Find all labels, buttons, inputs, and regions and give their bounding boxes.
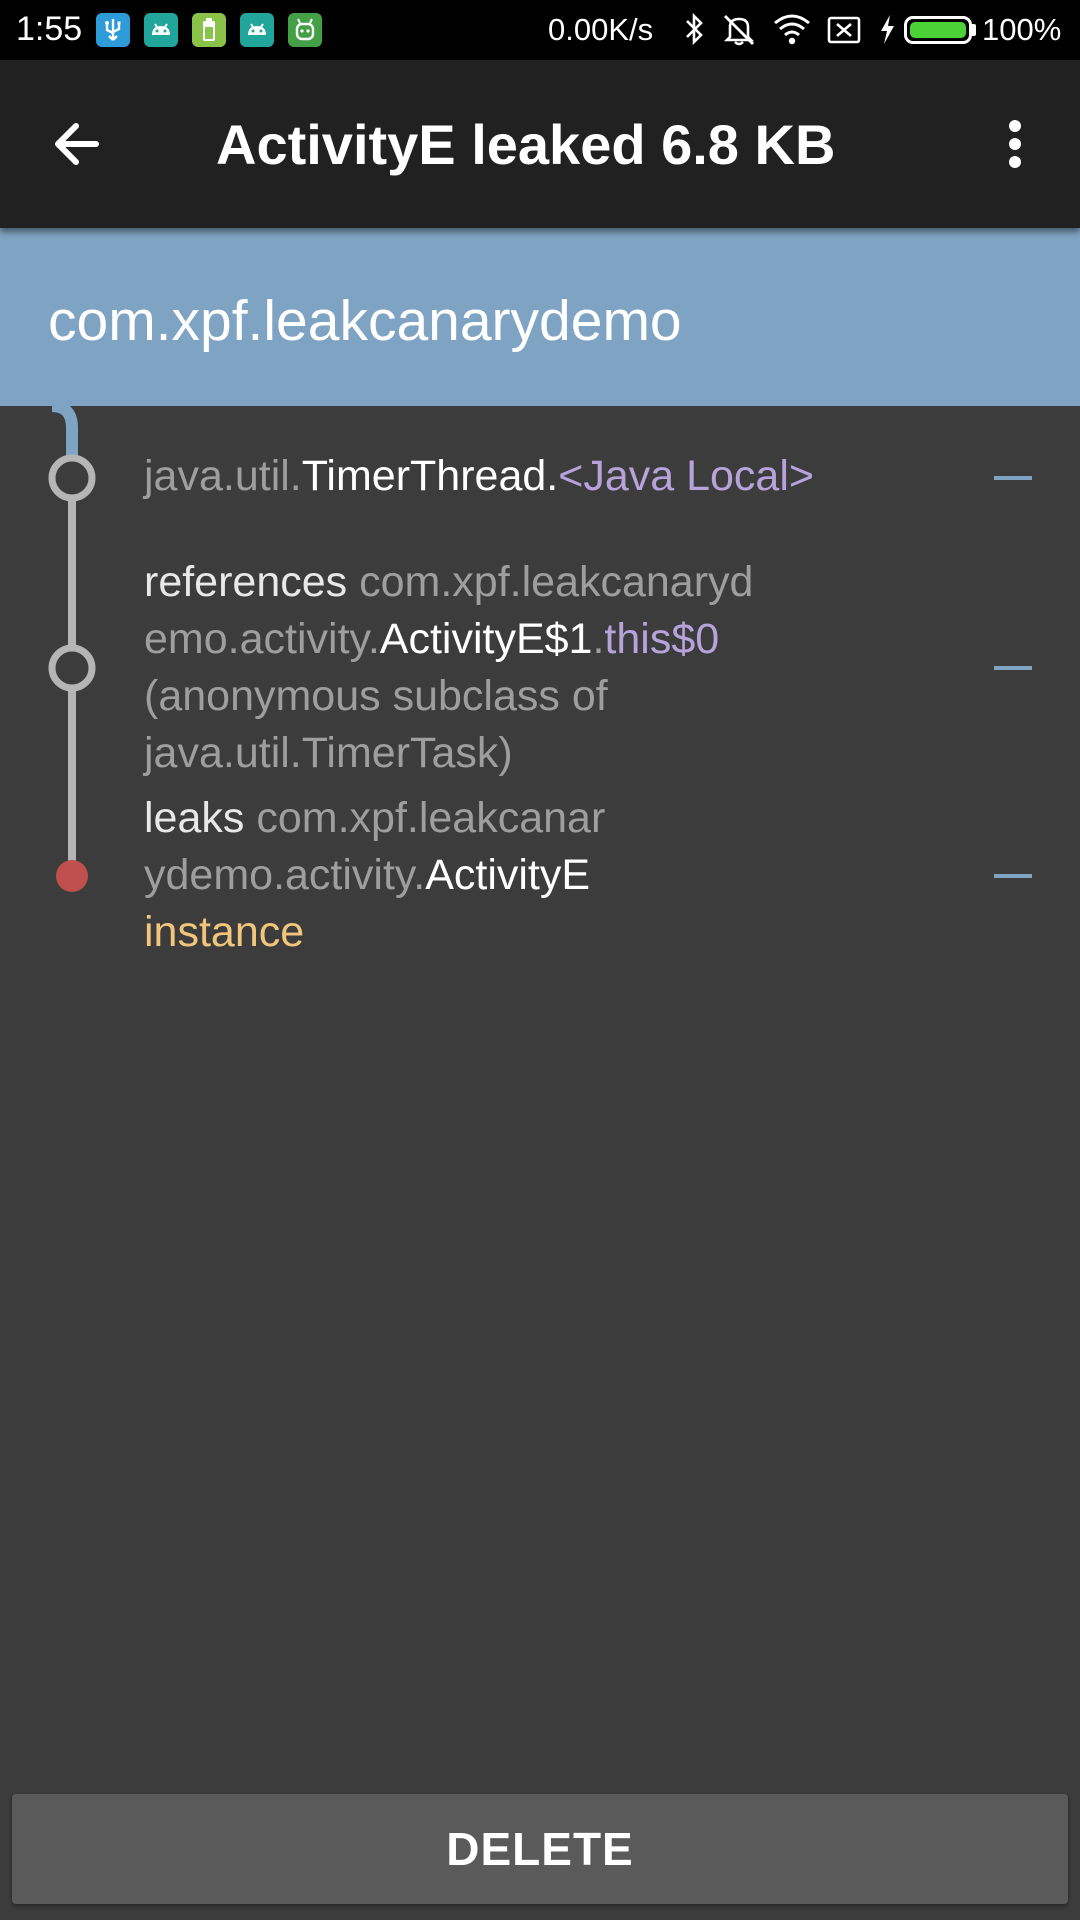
- collapse-button[interactable]: [980, 648, 1046, 688]
- trace-reference: this$0: [604, 615, 720, 663]
- overflow-menu-button[interactable]: [990, 118, 1040, 170]
- minus-icon: [994, 666, 1032, 670]
- arrow-back-icon: [55, 123, 99, 165]
- trace-label: leaks: [144, 794, 257, 842]
- charging-icon: [876, 11, 898, 47]
- trace-node: [48, 454, 96, 502]
- battery-icon: [904, 16, 972, 44]
- network-speed: 0.00K/s: [548, 12, 654, 47]
- package-name: com.xpf.leakcanarydemo: [48, 289, 682, 353]
- android-icon: [144, 13, 178, 47]
- trace-extra: java.util.TimerTask): [144, 729, 513, 777]
- mute-icon: [720, 11, 758, 47]
- trace-row-gc-root: java.util.TimerThread.<Java Local>: [144, 448, 844, 505]
- trace-node: [48, 644, 96, 692]
- status-bar: 1:55 0.00K/s 100%: [0, 0, 1080, 60]
- trace-package: com.xpf.leakcanaryd: [359, 558, 754, 606]
- trace-extra: (anonymous subclass of: [144, 672, 608, 720]
- wifi-icon: [772, 11, 812, 47]
- trace-package: ydemo.activity.: [144, 851, 426, 899]
- collapse-button[interactable]: [980, 856, 1046, 896]
- status-time: 1:55: [16, 10, 83, 48]
- collapse-button[interactable]: [980, 458, 1046, 498]
- trace-row-reference: references com.xpf.leakcanaryd emo.activ…: [144, 554, 844, 782]
- page-title: ActivityE leaked 6.8 KB: [216, 113, 836, 176]
- more-vert-icon: [1009, 120, 1021, 168]
- trace-instance: instance: [144, 908, 305, 956]
- delete-button[interactable]: DELETE: [12, 1794, 1068, 1904]
- trace-timeline: [0, 406, 140, 926]
- no-sim-icon: [826, 11, 862, 47]
- trace-class: ActivityE$1: [379, 615, 593, 663]
- back-button[interactable]: [36, 106, 132, 182]
- app-toolbar: ActivityE leaked 6.8 KB: [0, 60, 1080, 228]
- package-header: com.xpf.leakcanarydemo: [0, 228, 1080, 406]
- usb-debug-icon: [96, 13, 130, 47]
- trace-class: ActivityE: [425, 851, 591, 899]
- trace-reference: <Java Local>: [558, 452, 815, 500]
- minus-icon: [994, 476, 1032, 480]
- trace-package: java.util.: [144, 452, 302, 500]
- leak-node: [56, 860, 88, 892]
- android-icon: [240, 13, 274, 47]
- trace-package: emo.activity.: [144, 615, 380, 663]
- trace-label: references: [144, 558, 360, 606]
- trace-separator: .: [592, 615, 605, 663]
- delete-label: DELETE: [446, 1823, 634, 1875]
- minus-icon: [994, 874, 1032, 878]
- timeline-connector: [51, 406, 78, 462]
- trace-class: TimerThread.: [301, 452, 559, 500]
- leak-trace: java.util.TimerThread.<Java Local> refer…: [0, 406, 1080, 1786]
- battery-percent: 100%: [982, 12, 1062, 47]
- android-robot-icon: [288, 13, 322, 47]
- trace-package: com.xpf.leakcanar: [256, 794, 606, 842]
- battery-app-icon: [192, 13, 226, 47]
- bluetooth-icon: [682, 11, 706, 47]
- trace-row-leak: leaks com.xpf.leakcanar ydemo.activity.A…: [144, 790, 844, 961]
